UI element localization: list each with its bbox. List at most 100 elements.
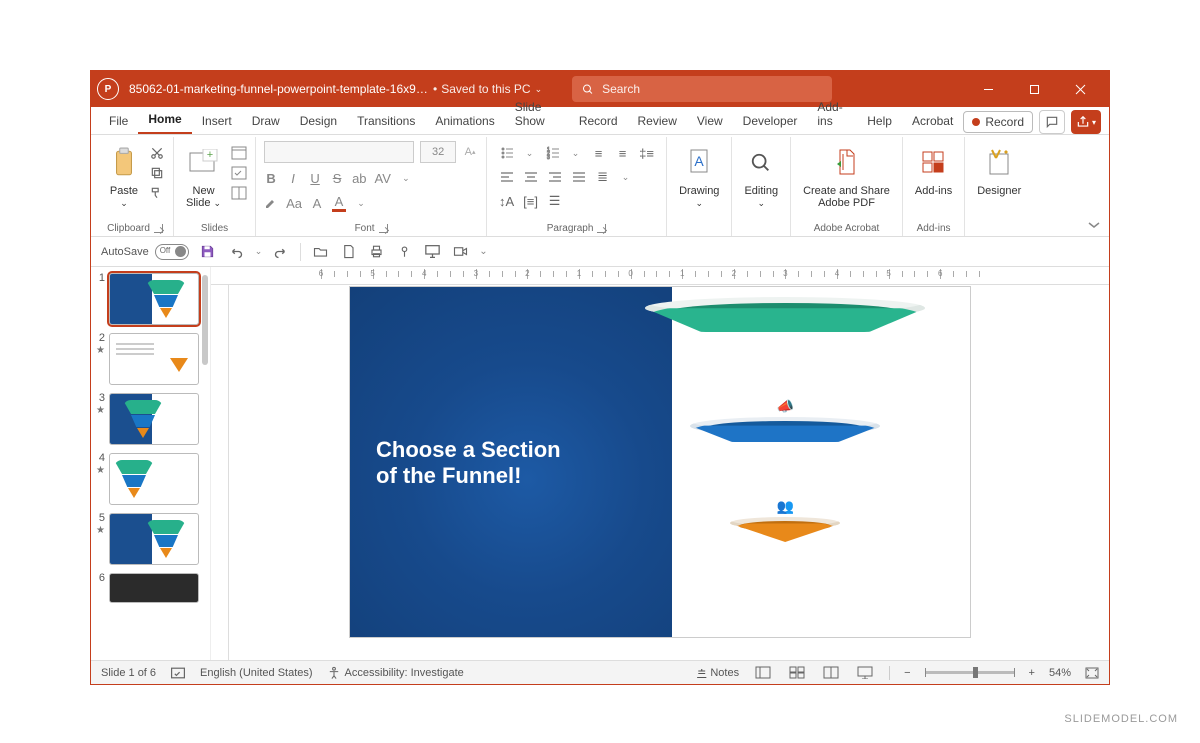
spellcheck-icon[interactable] xyxy=(170,666,186,680)
thumbnail-1[interactable] xyxy=(109,273,199,325)
zoom-out-button[interactable]: − xyxy=(904,667,910,679)
save-icon[interactable] xyxy=(199,243,217,261)
bullets-icon[interactable] xyxy=(499,145,515,161)
slide-sorter-icon[interactable] xyxy=(787,665,807,681)
tab-file[interactable]: File xyxy=(99,108,138,134)
comments-button[interactable] xyxy=(1039,110,1065,134)
font-family-selector[interactable] xyxy=(264,141,414,163)
drawing-button[interactable]: A Drawing⌄ xyxy=(675,141,723,211)
slide-counter[interactable]: Slide 1 of 6 xyxy=(101,667,156,679)
tab-developer[interactable]: Developer xyxy=(733,108,808,134)
undo-icon[interactable] xyxy=(227,243,245,261)
clipboard-launcher[interactable] xyxy=(154,224,163,233)
thumbnail-2[interactable] xyxy=(109,333,199,385)
section-icon[interactable] xyxy=(231,185,247,201)
tab-design[interactable]: Design xyxy=(290,108,347,134)
char-spacing-button[interactable]: AV xyxy=(375,171,391,186)
qat-customize-icon[interactable]: ⌄ xyxy=(479,246,487,257)
paste-button[interactable]: Paste⌄ xyxy=(105,141,143,211)
notes-button[interactable]: ≐Notes xyxy=(697,666,739,679)
addins-button[interactable]: Add-ins xyxy=(911,141,956,199)
autosave-toggle[interactable]: AutoSave Off xyxy=(101,244,189,260)
format-painter-icon[interactable] xyxy=(149,185,165,201)
zoom-slider[interactable] xyxy=(925,671,1015,674)
columns-icon[interactable]: ≣ xyxy=(595,169,611,185)
justify-icon[interactable] xyxy=(571,169,587,185)
thumbnail-5[interactable] xyxy=(109,513,199,565)
tab-slide-show[interactable]: Slide Show xyxy=(505,94,569,134)
present-icon[interactable] xyxy=(423,243,441,261)
redo-icon[interactable] xyxy=(272,243,290,261)
slide-stage[interactable]: Choose a Sectionof the Funnel! Awareness… xyxy=(350,287,970,637)
indent-inc-icon[interactable]: ≡ xyxy=(615,145,631,161)
increase-font-icon[interactable]: A▴ xyxy=(462,144,478,160)
thumbnail-3[interactable] xyxy=(109,393,199,445)
tab-animations[interactable]: Animations xyxy=(425,108,504,134)
shadow-button[interactable]: ab xyxy=(352,171,366,186)
fit-to-window-icon[interactable] xyxy=(1085,667,1099,679)
accessibility-status[interactable]: Accessibility: Investigate xyxy=(327,666,464,680)
tab-help[interactable]: Help xyxy=(857,108,902,134)
tab-view[interactable]: View xyxy=(687,108,733,134)
tab-home[interactable]: Home xyxy=(138,106,191,134)
tab-add-ins[interactable]: Add-ins xyxy=(807,94,857,134)
text-direction-icon[interactable]: ↕A xyxy=(499,193,515,209)
tab-insert[interactable]: Insert xyxy=(192,108,242,134)
bold-button[interactable]: B xyxy=(264,171,278,186)
font-color-button[interactable]: A xyxy=(332,194,346,212)
quick-print-icon[interactable] xyxy=(367,243,385,261)
collapse-ribbon-icon[interactable] xyxy=(1087,220,1101,230)
maximize-button[interactable] xyxy=(1011,71,1057,107)
zoom-percentage[interactable]: 54% xyxy=(1049,667,1071,679)
align-left-icon[interactable] xyxy=(499,169,515,185)
new-file-icon[interactable] xyxy=(339,243,357,261)
highlight-button[interactable] xyxy=(264,196,278,210)
language-status[interactable]: English (United States) xyxy=(200,667,313,679)
change-case-button[interactable]: Aa xyxy=(286,196,302,211)
italic-button[interactable]: I xyxy=(286,171,300,186)
cut-icon[interactable] xyxy=(149,145,165,161)
normal-view-icon[interactable] xyxy=(753,665,773,681)
line-spacing-icon[interactable]: ‡≡ xyxy=(639,145,655,161)
close-button[interactable] xyxy=(1057,71,1103,107)
clear-format-button[interactable]: A xyxy=(310,196,324,211)
smartart-icon[interactable]: ☰ xyxy=(547,193,563,209)
copy-icon[interactable] xyxy=(149,165,165,181)
reading-view-icon[interactable] xyxy=(821,665,841,681)
minimize-button[interactable] xyxy=(965,71,1011,107)
tab-transitions[interactable]: Transitions xyxy=(347,108,425,134)
align-text-icon[interactable]: [≡] xyxy=(523,193,539,209)
search-box[interactable] xyxy=(572,76,832,102)
underline-button[interactable]: U xyxy=(308,171,322,186)
tab-acrobat[interactable]: Acrobat xyxy=(902,108,963,134)
layout-icon[interactable] xyxy=(231,145,247,161)
slideshow-view-icon[interactable] xyxy=(855,665,875,681)
font-launcher[interactable] xyxy=(379,224,388,233)
tab-draw[interactable]: Draw xyxy=(242,108,290,134)
tab-record[interactable]: Record xyxy=(569,108,628,134)
share-button[interactable]: ▾ xyxy=(1071,110,1101,134)
editing-button[interactable]: Editing⌄ xyxy=(740,141,782,211)
adobe-pdf-button[interactable]: Create and Share Adobe PDF xyxy=(799,141,894,211)
indent-dec-icon[interactable]: ≡ xyxy=(591,145,607,161)
open-icon[interactable] xyxy=(311,243,329,261)
paragraph-launcher[interactable] xyxy=(597,224,606,233)
align-center-icon[interactable] xyxy=(523,169,539,185)
slide-canvas[interactable]: 6543210123456 Choose a Sectionof the Fun… xyxy=(211,267,1109,660)
touch-mode-icon[interactable] xyxy=(395,243,413,261)
font-size-selector[interactable]: 32 xyxy=(420,141,456,163)
save-status[interactable]: • Saved to this PC ⌄ xyxy=(433,82,542,96)
new-slide-button[interactable]: + New Slide ⌄ xyxy=(182,141,225,211)
thumbnail-4[interactable] xyxy=(109,453,199,505)
thumbnail-6[interactable] xyxy=(109,573,199,603)
search-input[interactable] xyxy=(602,82,822,96)
record-button[interactable]: Record xyxy=(963,111,1033,133)
zoom-in-button[interactable]: + xyxy=(1029,667,1035,679)
numbering-icon[interactable]: 123 xyxy=(545,145,561,161)
tab-review[interactable]: Review xyxy=(628,108,687,134)
cameo-icon[interactable] xyxy=(451,243,469,261)
strike-button[interactable]: S xyxy=(330,171,344,186)
reset-icon[interactable] xyxy=(231,165,247,181)
align-right-icon[interactable] xyxy=(547,169,563,185)
designer-button[interactable]: Designer xyxy=(973,141,1025,199)
